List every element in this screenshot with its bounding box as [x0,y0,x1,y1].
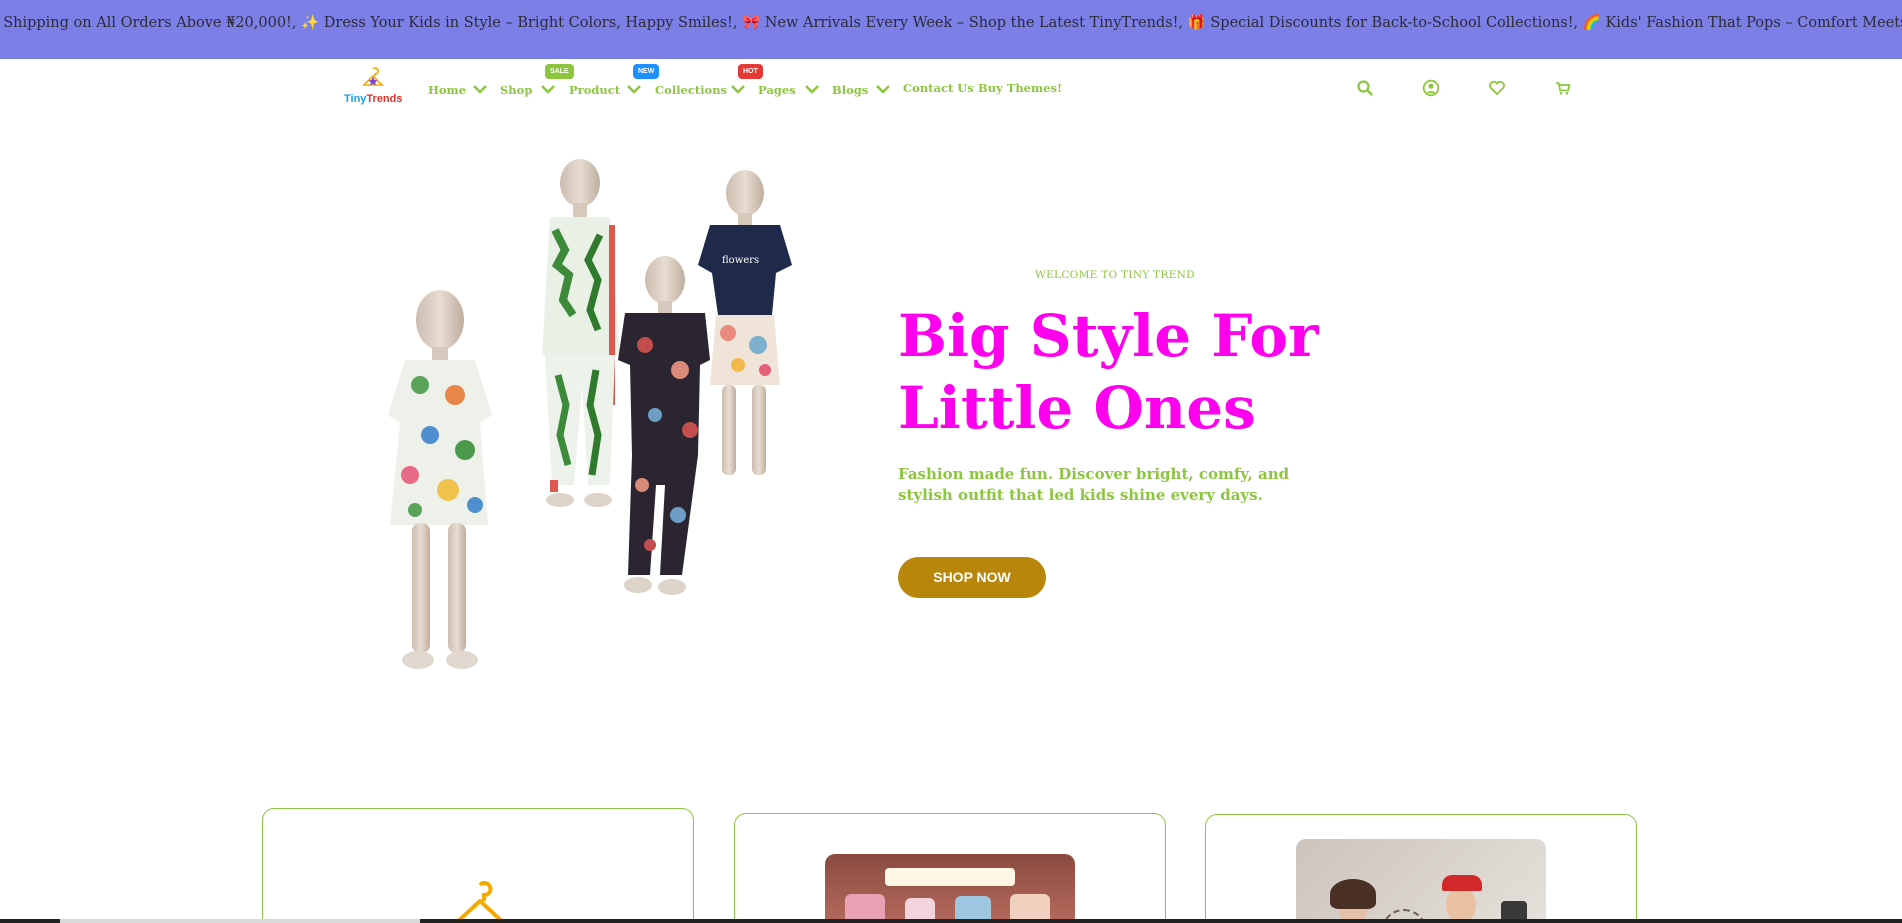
search-icon[interactable] [1356,79,1374,97]
hero-subtext: Fashion made fun. Discover bright, comfy… [898,465,1290,504]
nav-home[interactable]: Home [428,83,466,97]
mannequin-tracksuit [542,159,620,507]
nav-collections[interactable]: Collections [655,83,727,97]
logo-wordmark: TinyTrends [344,93,403,105]
sale-badge: SALE [545,64,574,79]
site-header: TinyTrends Home Shop SALE Product NEW Co… [0,59,1902,119]
hero-headline-line-1: Big Style For [898,302,1319,370]
nav-buy-themes[interactable]: Buy Themes! [978,81,1062,95]
chevron-down-icon[interactable] [472,83,488,95]
hot-badge: HOT [738,64,763,79]
mannequin-jumpsuit [618,256,710,595]
chevron-down-icon[interactable] [626,83,642,95]
logo-tiny: Tiny [344,93,367,105]
delivery-people-image [1296,839,1546,923]
nav-contact-us[interactable]: Contact Us [903,81,974,95]
chevron-down-icon[interactable] [804,83,820,95]
hero-mannequins-image: flowers [388,159,792,669]
hero-eyebrow: WELCOME TO TINY TREND [1035,269,1195,281]
svg-text:flowers: flowers [722,255,759,266]
nav-shop[interactable]: Shop [500,83,532,97]
logo-trends: Trends [366,93,403,105]
new-badge: NEW [633,64,660,79]
nav-product[interactable]: Product [569,83,620,97]
mannequin-floral-dress [388,290,492,669]
announcement-text: e Shipping on All Orders Above ₦20,000!,… [0,15,1902,31]
nav-blogs[interactable]: Blogs [832,83,868,97]
wishlist-icon[interactable] [1488,79,1506,97]
shop-now-button[interactable]: SHOP NOW [898,557,1046,598]
announcement-bar: e Shipping on All Orders Above ₦20,000!,… [0,0,1902,59]
account-icon[interactable] [1422,79,1440,97]
mannequin-navy-tee: flowers [698,170,792,475]
chevron-down-icon[interactable] [540,83,556,95]
chevron-down-icon[interactable] [730,83,746,95]
feature-card-3[interactable] [1205,814,1637,923]
logo[interactable]: TinyTrends [344,67,403,111]
cart-icon[interactable] [1554,79,1572,97]
feature-card-1[interactable] [262,808,694,923]
hero-headline: Big Style For Little Ones [898,300,1418,444]
hero-headline-line-2: Little Ones [898,374,1256,442]
hanger-icon [453,881,507,923]
chevron-down-icon[interactable] [875,83,891,95]
hanger-logo-icon [362,67,384,86]
feature-card-2[interactable] [734,813,1166,923]
store-interior-image [825,854,1075,923]
nav-pages[interactable]: Pages [758,83,796,97]
horizontal-scrollbar-thumb[interactable] [60,919,420,923]
